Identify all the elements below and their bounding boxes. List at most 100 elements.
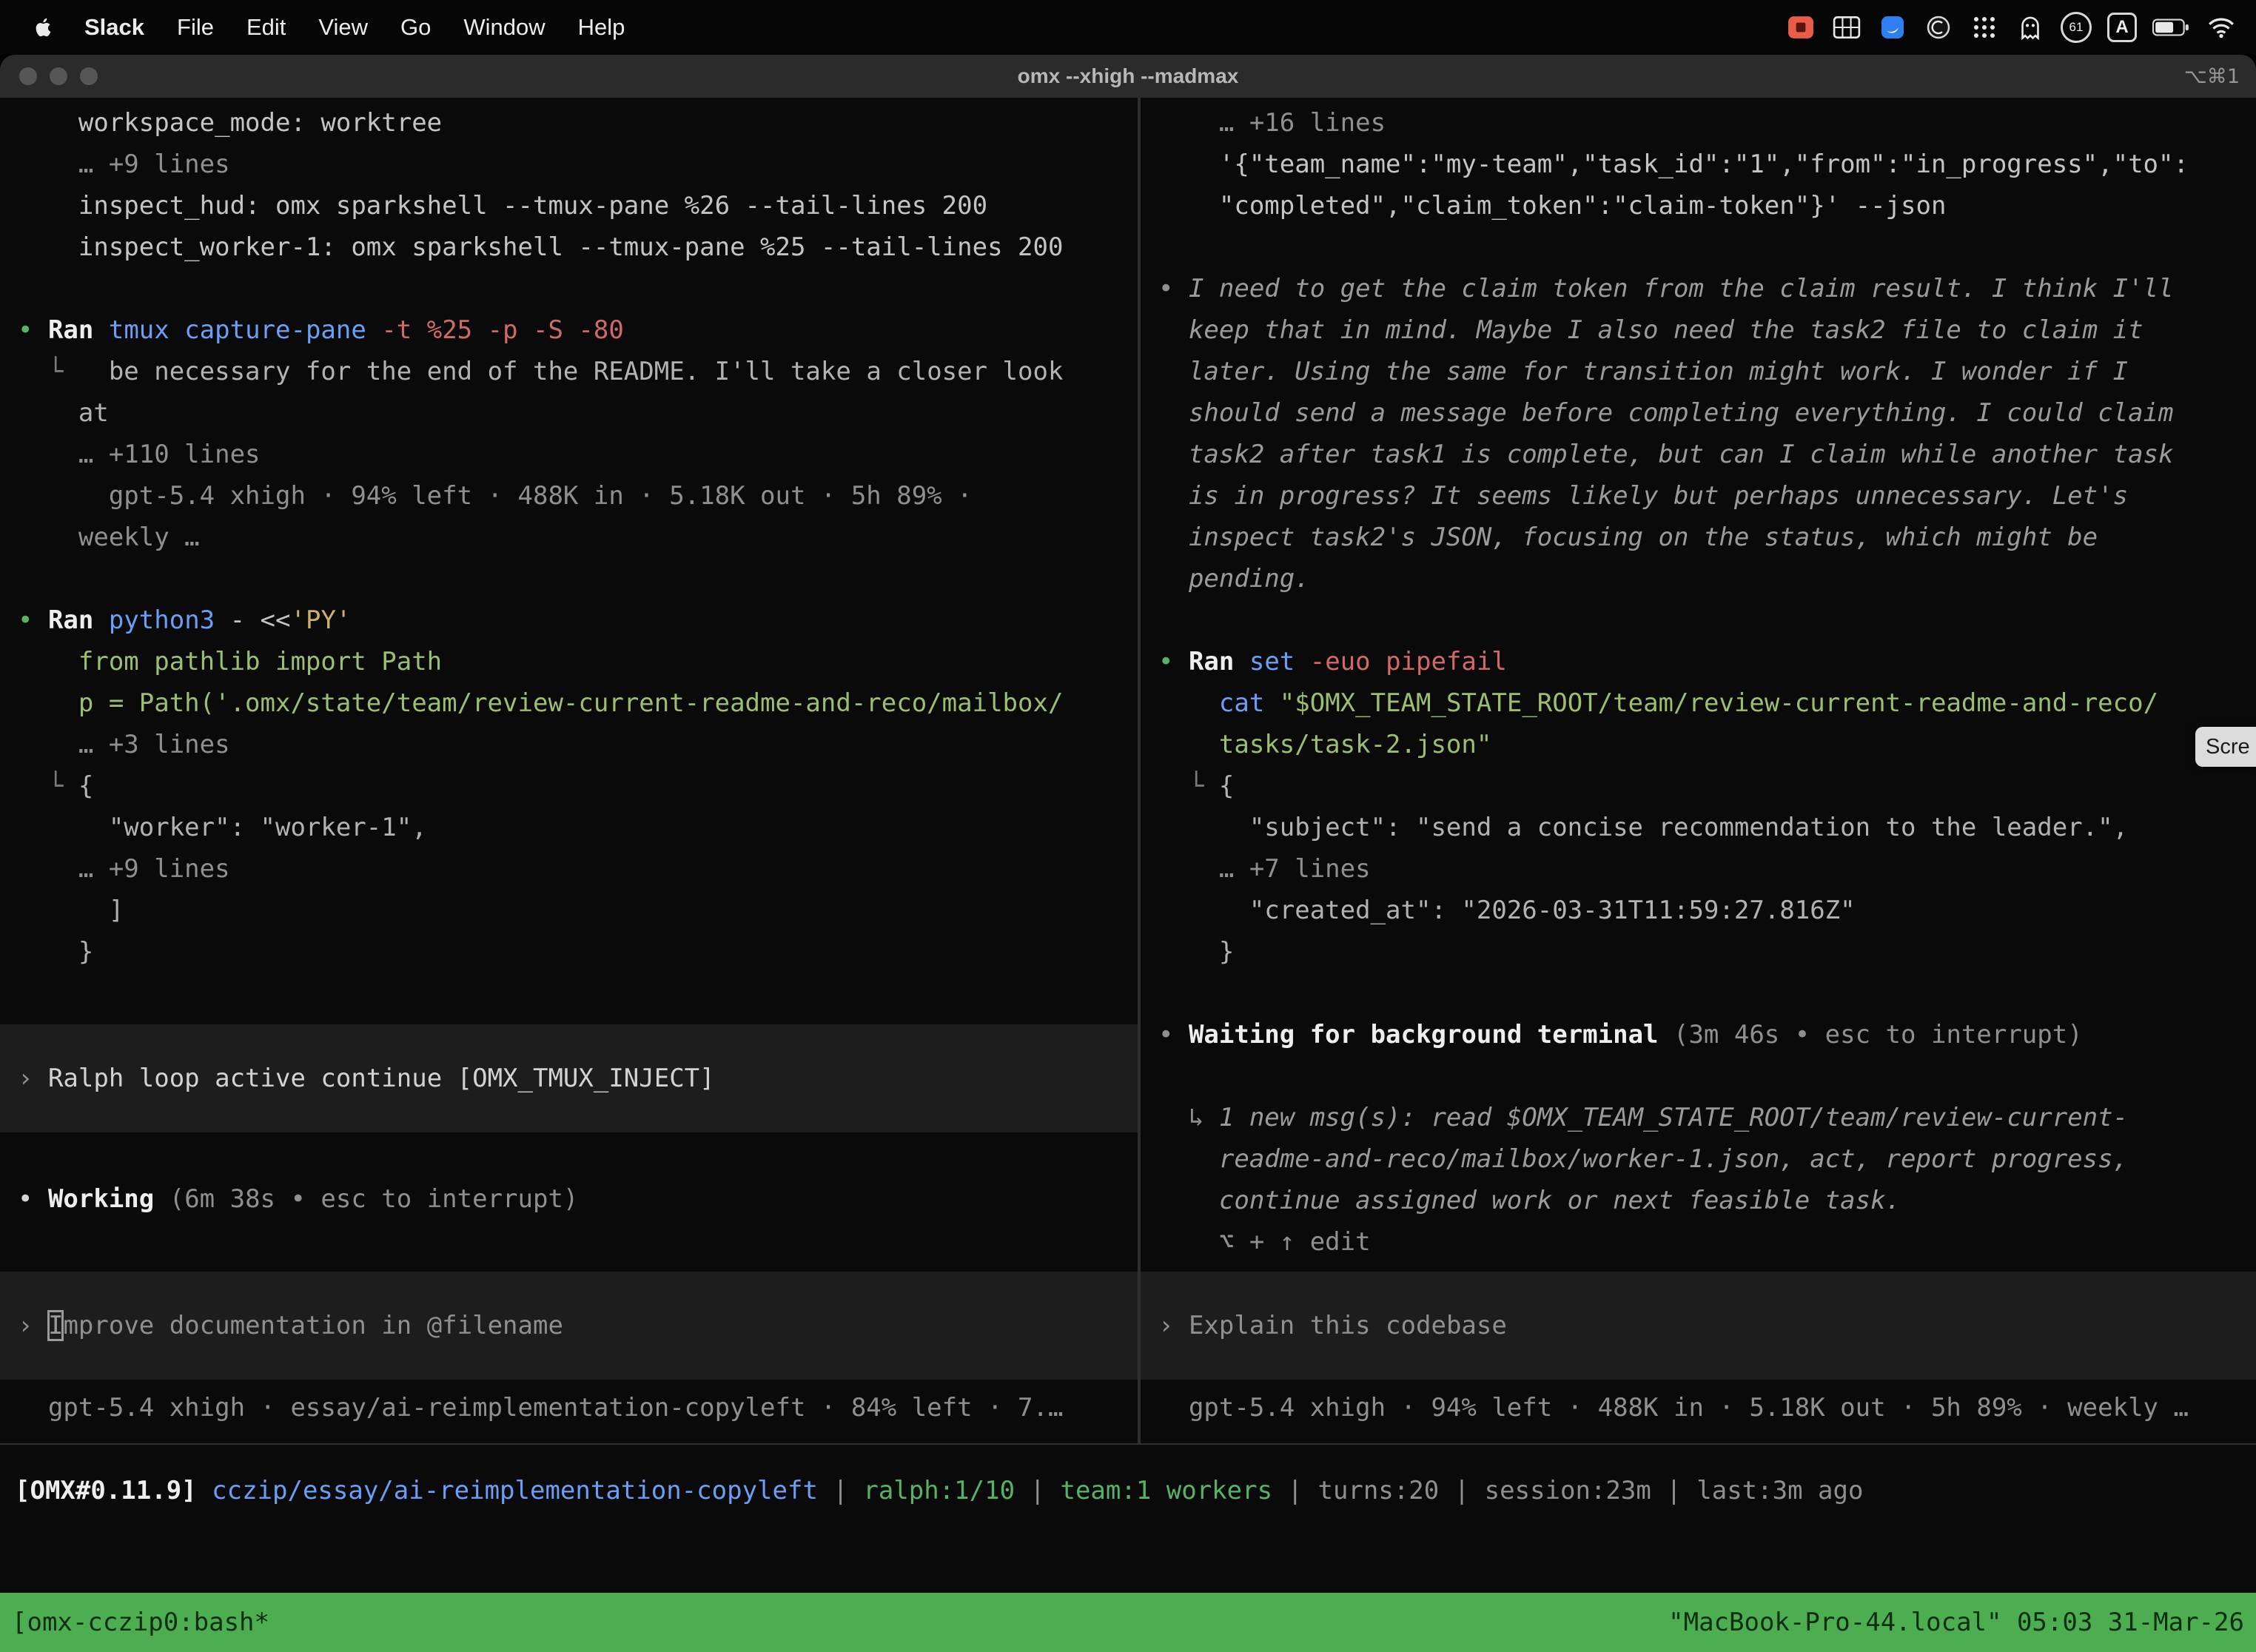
battery-icon[interactable]	[2152, 10, 2191, 45]
terminal-line: p = Path('.omx/state/team/review-current…	[0, 682, 1138, 724]
text-segment: … +7 lines	[1158, 854, 1371, 884]
menu-app-name[interactable]: Slack	[68, 14, 161, 41]
text-segment: └	[1158, 771, 1219, 801]
terminal-line: • Ran tmux capture-pane -t %25 -p -S -80	[0, 309, 1138, 351]
text-segment: ›	[18, 1064, 48, 1093]
tmux-inject-band[interactable]: › Ralph loop active continue [OMX_TMUX_I…	[0, 1024, 1138, 1132]
ghost-icon[interactable]	[2015, 10, 2046, 45]
terminal-line: inspect_worker-1: omx sparkshell --tmux-…	[0, 226, 1138, 268]
text-segment: •	[18, 605, 48, 635]
text-segment: weekly …	[18, 523, 200, 552]
desktop: { "colors":{ "accentBlue":"#6a9ff5", "ac…	[0, 0, 2256, 1652]
working-status-line: • Working (6m 38s • esc to interrupt)	[0, 1178, 1138, 1220]
close-button[interactable]	[19, 67, 37, 85]
text-segment: tmux capture-pane	[109, 315, 366, 345]
grid-icon[interactable]	[1831, 10, 1862, 45]
screen-recording-indicator-icon[interactable]	[1785, 10, 1816, 45]
text-segment: Ran	[1189, 647, 1249, 676]
text-segment: workspace_mode: worktree	[18, 108, 442, 138]
model-status-footer: gpt-5.4 xhigh · 94% left · 488K in · 5.1…	[1141, 1387, 2256, 1428]
text-segment: … +16 lines	[1158, 108, 1386, 138]
status-segment: turns:20	[1317, 1476, 1439, 1505]
text-segment	[1158, 688, 1219, 718]
text-segment: ↳	[1158, 1103, 1219, 1132]
status-segment: session:23m	[1485, 1476, 1651, 1505]
window-titlebar[interactable]: omx --xhigh --madmax ⌥⌘1	[0, 55, 2256, 98]
text-segment: later. Using the same for transition mig…	[1158, 357, 2128, 386]
text-segment	[1264, 688, 1279, 718]
menu-file[interactable]: File	[161, 14, 230, 41]
screenshot-tooltip[interactable]: Scre	[2195, 727, 2256, 767]
text-segment: "completed","claim_token":"claim-token"}…	[1158, 191, 1946, 221]
terminal-line: └ {	[0, 765, 1138, 807]
menu-bar-status-icons: 61 A	[1785, 10, 2237, 45]
terminal-line: … +3 lines	[0, 724, 1138, 765]
text-segment: I	[48, 1311, 63, 1340]
text-segment: … +9 lines	[18, 854, 230, 884]
menu-view[interactable]: View	[302, 14, 384, 41]
prompt-input-band[interactable]: › Improve documentation in @filename	[0, 1272, 1138, 1380]
traffic-lights	[19, 55, 98, 98]
terminal-line: ↳ 1 new msg(s): read $OMX_TEAM_STATE_ROO…	[1141, 1097, 2256, 1138]
blank-line	[0, 973, 1138, 1014]
omx-status-line: [OMX#0.11.9] cczip/essay/ai-reimplementa…	[0, 1470, 2256, 1511]
menu-help[interactable]: Help	[562, 14, 642, 41]
terminal-line: from pathlib import Path	[0, 641, 1138, 682]
text-segment: readme-and-reco/mailbox/worker-1.json, a…	[1158, 1144, 2128, 1174]
tmux-host-clock-label: "MacBook-Pro-44.local" 05:03 31-Mar-26	[1668, 1608, 2244, 1637]
terminal-line: keep that in mind. Maybe I also need the…	[1141, 309, 2256, 351]
text-segment: •	[1158, 647, 1189, 676]
status-segment: cczip/essay/ai-reimplementation-copyleft	[212, 1476, 818, 1505]
text-segment: is in progress? It seems likely but perh…	[1158, 481, 2128, 511]
terminal-pane-left[interactable]: workspace_mode: worktree … +9 lines insp…	[0, 98, 1138, 1443]
minimize-button[interactable]	[50, 67, 67, 85]
text-segment: - <<	[215, 605, 290, 635]
status-segment: |	[1439, 1476, 1484, 1505]
blue-app-icon[interactable]	[1877, 10, 1908, 45]
terminal-line: workspace_mode: worktree	[0, 102, 1138, 144]
menu-go[interactable]: Go	[384, 14, 447, 41]
maximize-button[interactable]	[80, 67, 98, 85]
text-segment: set	[1249, 647, 1295, 676]
input-source-icon[interactable]: A	[2106, 10, 2138, 45]
terminal-line: └ {	[1141, 765, 2256, 807]
wifi-icon[interactable]	[2206, 10, 2237, 45]
text-segment: "worker": "worker-1",	[18, 813, 427, 842]
text-segment: '{"team_name":"my-team","task_id":"1","f…	[1158, 150, 2189, 179]
text-segment: "created_at": "2026-03-31T11:59:27.816Z"	[1158, 896, 1856, 925]
terminal-line: should send a message before completing …	[1141, 392, 2256, 434]
text-segment: tasks/task-2.json"	[1158, 730, 1491, 759]
menu-edit[interactable]: Edit	[230, 14, 302, 41]
text-segment: inspect_worker-1: omx sparkshell --tmux-…	[18, 232, 1063, 262]
text-segment: continue assigned work or next feasible …	[1158, 1186, 1901, 1215]
terminal-line: later. Using the same for transition mig…	[1141, 351, 2256, 392]
menu-window[interactable]: Window	[447, 14, 561, 41]
terminal-line: '{"team_name":"my-team","task_id":"1","f…	[1141, 144, 2256, 185]
text-segment: (3m 46s • esc to interrupt)	[1659, 1020, 2083, 1050]
status-segment	[197, 1476, 212, 1505]
battery-percentage-label: 61	[2069, 20, 2084, 35]
apple-menu[interactable]	[19, 15, 68, 40]
waiting-status-line: • Waiting for background terminal (3m 46…	[1141, 1014, 2256, 1055]
status-segment: |	[1651, 1476, 1696, 1505]
terminal-line: tasks/task-2.json"	[1141, 724, 2256, 765]
text-segment: ⌥ + ↑ edit	[1158, 1227, 1371, 1257]
input-source-label: A	[2115, 17, 2128, 38]
prompt-input-band[interactable]: › Explain this codebase	[1141, 1272, 2256, 1380]
tmux-session-label: [omx-cczip0:bash*	[12, 1608, 269, 1637]
dots-grid-icon[interactable]	[1969, 10, 2000, 45]
terminal-pane-right[interactable]: … +16 lines '{"team_name":"my-team","tas…	[1141, 98, 2256, 1443]
terminal-line: continue assigned work or next feasible …	[1141, 1180, 2256, 1221]
status-segment: team:1 workers	[1060, 1476, 1272, 1505]
screenshot-tooltip-label: Scre	[2206, 735, 2250, 759]
battery-percentage-icon[interactable]: 61	[2061, 10, 2092, 45]
terminal-line: • Ran set -euo pipefail	[1141, 641, 2256, 682]
text-segment: I need to get the claim token from the c…	[1189, 274, 2174, 303]
terminal-line: • I need to get the claim token from the…	[1141, 268, 2256, 309]
terminal-line: readme-and-reco/mailbox/worker-1.json, a…	[1141, 1138, 2256, 1180]
text-segment: }	[1158, 937, 1234, 967]
text-segment: Working	[48, 1184, 154, 1214]
text-segment: Ran	[48, 315, 109, 345]
text-segment: {	[78, 771, 93, 801]
dark-app-icon[interactable]	[1923, 10, 1954, 45]
